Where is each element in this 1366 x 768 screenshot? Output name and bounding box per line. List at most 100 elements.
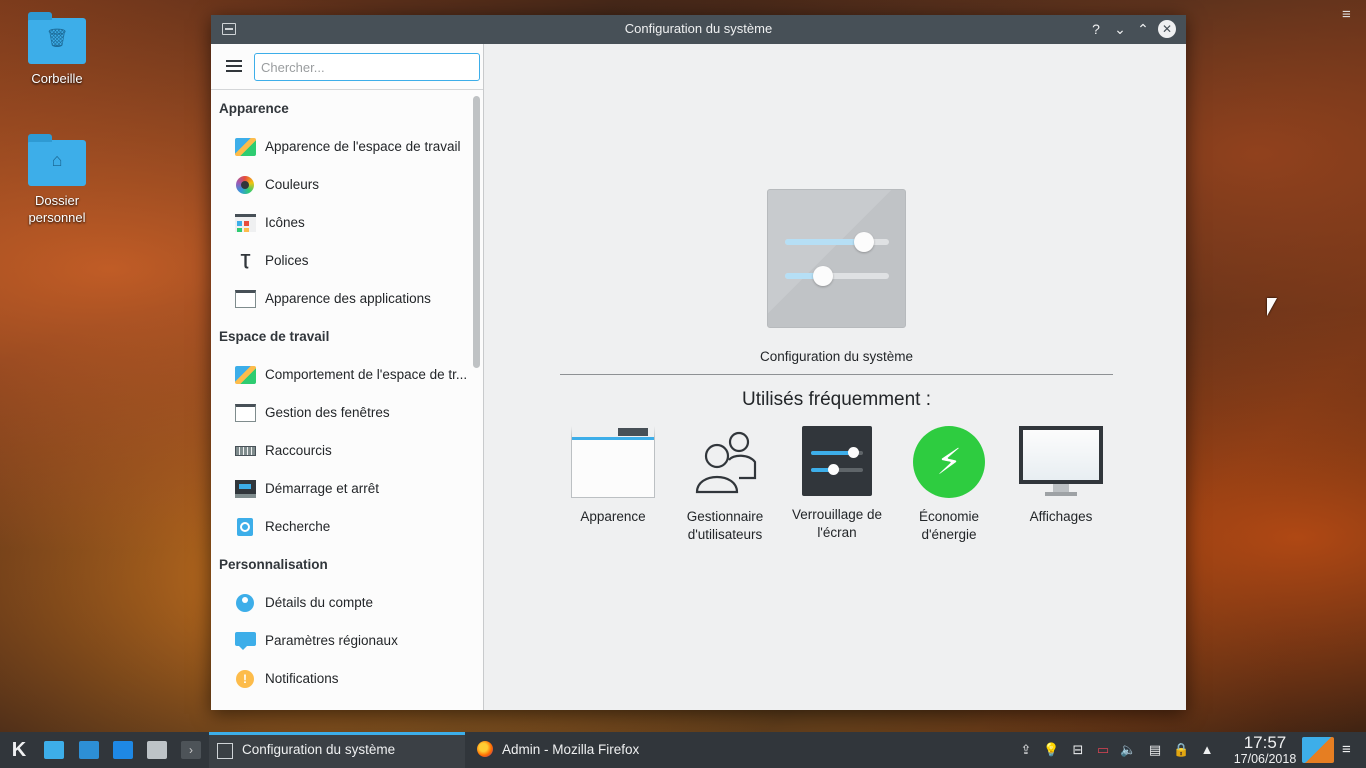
sidebar-item-app-style[interactable]: Apparence des applications [211, 280, 473, 318]
appearance-icon [571, 426, 655, 498]
sidebar-item-notifications[interactable]: ! Notifications [211, 660, 473, 698]
sidebar-item-label: Paramètres régionaux [265, 633, 398, 648]
sidebar-item-window-management[interactable]: Gestion des fenêtres [211, 394, 473, 432]
hero-caption: Configuration du système [759, 349, 914, 364]
file-manager-icon[interactable] [44, 741, 64, 759]
desktop-icon-home[interactable]: ⌂ Dossier personnel [12, 134, 102, 226]
minimize-button[interactable]: ⌄ [1111, 20, 1129, 38]
trash-icon: 🗑 [28, 12, 86, 64]
titlebar[interactable]: Configuration du système ? ⌄ ⌃ ✕ [211, 15, 1186, 44]
close-button[interactable]: ✕ [1158, 20, 1176, 38]
clock-date: 17/06/2018 [1233, 752, 1297, 766]
icons-icon [235, 214, 256, 232]
lightbulb-icon[interactable]: 💡 [1043, 742, 1059, 758]
sidebar-item-label: Couleurs [265, 177, 320, 192]
hero-slider-1 [785, 232, 889, 252]
mouse-cursor-icon [1267, 298, 1277, 316]
task-label: Configuration du système [242, 742, 396, 757]
panel-menu-icon[interactable]: ≡ [1342, 742, 1356, 758]
firefox-icon [477, 741, 493, 757]
desktop-icon-label: Dossier personnel [28, 193, 86, 225]
search-input[interactable] [254, 53, 480, 81]
sidebar-item-regional[interactable]: Paramètres régionaux [211, 622, 473, 660]
sidebar-item-search[interactable]: Recherche [211, 508, 473, 546]
lock-icon[interactable]: 🔒 [1173, 742, 1189, 758]
users-icon [683, 426, 767, 498]
desktop-icon-label: Corbeille [31, 71, 83, 86]
sidebar-item-label: Recherche [265, 519, 331, 534]
sidebar-item-startup[interactable]: Démarrage et arrêt [211, 470, 473, 508]
search-icon [237, 518, 253, 536]
terminal-icon[interactable]: › [181, 741, 201, 759]
sidebar: Apparence Apparence de l'espace de trava… [211, 44, 484, 710]
tray-expand-icon[interactable]: ▲ [1199, 742, 1215, 758]
document-icon[interactable] [113, 741, 133, 759]
sidebar-item-label: Raccourcis [265, 443, 332, 458]
screen-lock-icon [802, 426, 872, 496]
task-label: Admin - Mozilla Firefox [502, 742, 640, 757]
hero-slider-2 [785, 266, 889, 286]
category-header: Apparence [219, 101, 289, 116]
frequent-item-screen-lock[interactable]: Verrouillage de l'écran [781, 426, 893, 542]
colors-icon [236, 176, 254, 194]
volume-icon[interactable]: 🔈 [1120, 742, 1136, 758]
desktop-icon-trash[interactable]: 🗑 Corbeille [12, 12, 102, 87]
sidebar-item-icons[interactable]: Icônes [211, 204, 473, 242]
kde-launcher-icon[interactable]: K [6, 738, 32, 762]
battery-icon[interactable]: ▭ [1095, 742, 1111, 758]
home-folder-icon: ⌂ [28, 134, 86, 186]
sidebar-item-workspace-behavior[interactable]: Comportement de l'espace de tr... [211, 356, 473, 394]
frequent-item-label: Gestionnaire d'utilisateurs [686, 509, 764, 542]
sidebar-item-fonts[interactable]: Ʈ Polices [211, 242, 473, 280]
hamburger-icon[interactable]: ≡ [1342, 6, 1358, 23]
clock-time: 17:57 [1243, 733, 1287, 752]
startup-icon [235, 480, 256, 498]
category-list: Apparence Apparence de l'espace de trava… [211, 90, 473, 698]
sidebar-item-account[interactable]: Détails du compte [211, 584, 473, 622]
task-system-settings[interactable]: Configuration du système [209, 732, 465, 768]
storage-icon[interactable] [147, 741, 167, 759]
workspace-theme-icon [235, 138, 256, 156]
sidebar-item-label: Polices [265, 253, 309, 268]
show-desktop-button[interactable] [1302, 737, 1334, 763]
maximize-button[interactable]: ⌃ [1134, 20, 1152, 38]
software-center-icon[interactable] [79, 741, 99, 759]
sidebar-item-colors[interactable]: Couleurs [211, 166, 473, 204]
system-settings-hero-icon [767, 189, 906, 328]
sidebar-item-label: Comportement de l'espace de tr... [265, 367, 468, 382]
display-icon [1019, 426, 1103, 498]
divider [560, 374, 1113, 375]
frequent-item-users[interactable]: Gestionnaire d'utilisateurs [669, 426, 781, 544]
clipboard-icon[interactable]: ▤ [1147, 742, 1163, 758]
frequent-item-displays[interactable]: Affichages [1005, 426, 1117, 526]
task-firefox[interactable]: Admin - Mozilla Firefox [469, 732, 725, 768]
app-style-icon [235, 290, 256, 308]
fonts-icon: Ʈ [240, 252, 251, 269]
sidebar-item-label: Démarrage et arrêt [265, 481, 380, 496]
sidebar-scrollbar[interactable] [473, 96, 480, 368]
sidebar-item-label: Détails du compte [265, 595, 374, 610]
keyboard-icon [235, 446, 256, 456]
sidebar-item-workspace-theme[interactable]: Apparence de l'espace de travail [211, 128, 473, 166]
frequent-item-label: Apparence [580, 509, 646, 524]
frequent-item-label: Affichages [1029, 509, 1093, 524]
window-management-icon [235, 404, 256, 422]
sidebar-item-label: Icônes [265, 215, 305, 230]
sidebar-item-label: Apparence des applications [265, 291, 431, 306]
power-icon: ⚡ [913, 426, 985, 498]
menu-icon[interactable] [226, 60, 242, 72]
help-button[interactable]: ? [1087, 20, 1105, 38]
sidebar-item-label: Apparence de l'espace de travail [265, 139, 461, 154]
frequent-item-appearance[interactable]: Apparence [557, 426, 669, 526]
main-panel: Configuration du système Utilisés fréque… [485, 44, 1186, 710]
update-icon[interactable]: ⇪ [1018, 742, 1034, 758]
sidebar-item-label: Gestion des fenêtres [265, 405, 390, 420]
search-row [211, 44, 483, 90]
taskbar: K › Configuration du système Admin - Moz… [0, 732, 1366, 768]
account-icon [236, 594, 254, 612]
network-icon[interactable]: ⊟ [1070, 742, 1086, 758]
frequent-item-power[interactable]: ⚡ Économie d'énergie [893, 426, 1005, 544]
clock[interactable]: 17:57 17/06/2018 [1222, 733, 1308, 767]
frequent-title: Utilisés fréquemment : [741, 389, 931, 410]
sidebar-item-shortcuts[interactable]: Raccourcis [211, 432, 473, 470]
